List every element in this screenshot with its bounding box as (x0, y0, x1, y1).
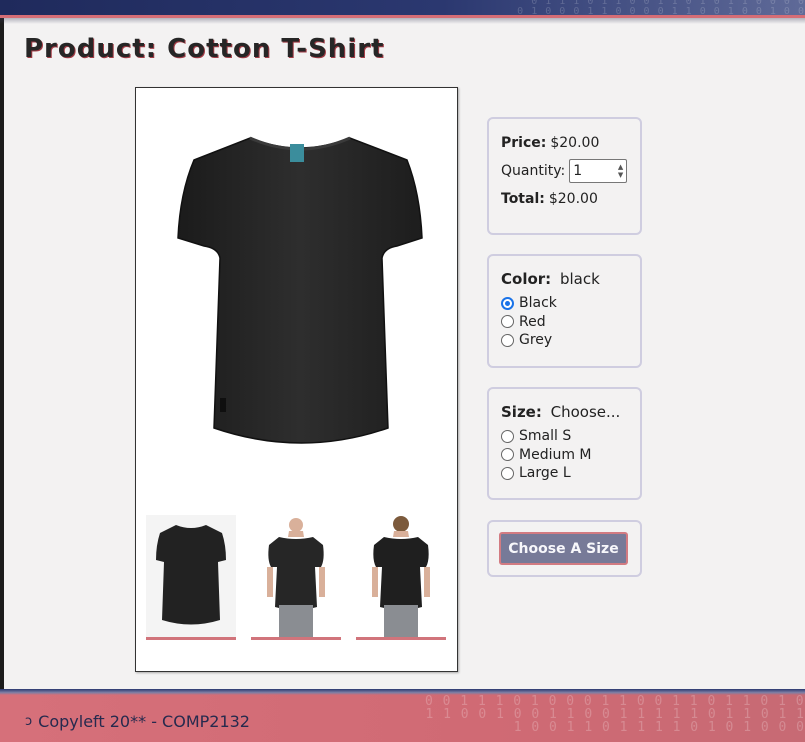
copyleft-text: ɔ Copyleft 20** - COMP2132 (25, 712, 250, 731)
thumbnail-model-back[interactable] (356, 515, 446, 640)
left-edge-divider (0, 0, 4, 742)
size-label: Size: (501, 403, 542, 421)
price-row: Price: $20.00 (501, 129, 628, 157)
color-option-red[interactable]: Red (501, 313, 628, 332)
spinner-arrows-icon[interactable]: ▲ ▼ (618, 163, 623, 179)
size-option-label: Large L (519, 465, 571, 482)
size-option-large[interactable]: Large L (501, 464, 628, 483)
color-option-grey[interactable]: Grey (501, 331, 628, 350)
page-footer: 0 0 1 1 1 0 1 0 0 0 1 1 0 0 1 1 0 1 1 0 … (0, 689, 805, 742)
total-label: Total: (501, 191, 545, 207)
radio-unchecked-icon[interactable] (501, 466, 514, 480)
radio-checked-icon[interactable] (501, 296, 514, 310)
footer-binary-pattern: 0 0 1 1 1 0 1 0 0 0 1 1 0 0 1 1 0 1 1 0 … (425, 694, 805, 735)
radio-unchecked-icon[interactable] (501, 315, 514, 329)
choose-size-button[interactable]: Choose A Size (499, 532, 628, 565)
size-selected-value: Choose... (550, 403, 621, 421)
radio-unchecked-icon[interactable] (501, 333, 514, 347)
color-option-black[interactable]: Black (501, 294, 628, 313)
color-selected-value: black (559, 270, 600, 288)
size-option-medium[interactable]: Medium M (501, 446, 628, 465)
color-panel: Color: black Black Red Grey (487, 254, 642, 368)
price-panel: Price: $20.00 Quantity: 1 ▲ ▼ Total: $20.… (487, 117, 642, 235)
header-shadow (0, 18, 805, 24)
quantity-label: Quantity: (501, 163, 566, 179)
color-heading: Color: black (501, 270, 628, 288)
total-row: Total: $20.00 (501, 185, 628, 213)
copyleft-icon: ɔ (25, 714, 33, 729)
radio-unchecked-icon[interactable] (501, 448, 514, 462)
size-option-label: Medium M (519, 446, 592, 463)
color-option-label: Black (519, 295, 557, 312)
price-value: $20.00 (550, 135, 600, 151)
quantity-value: 1 (573, 163, 583, 179)
total-value: $20.00 (548, 191, 598, 207)
black-tshirt-front-image (152, 98, 448, 493)
footer-text: Copyleft 20** - COMP2132 (38, 712, 250, 731)
color-option-label: Grey (519, 332, 553, 349)
color-label: Color: (501, 270, 552, 288)
size-option-label: Small S (519, 428, 572, 445)
page-title: Product: Cotton T-Shirt (24, 34, 385, 64)
color-option-label: Red (519, 313, 546, 330)
thumbnail-tshirt-front[interactable] (146, 515, 236, 640)
thumbnail-model-front[interactable] (251, 515, 341, 640)
page-header: 0 1 1 1 0 1 1 0 0 1 1 0 1 0 1 1 0 0 0 0 … (0, 0, 805, 18)
size-heading: Size: Choose... (501, 403, 628, 421)
action-panel: Choose A Size (487, 520, 642, 577)
size-option-small[interactable]: Small S (501, 427, 628, 446)
size-panel: Size: Choose... Small S Medium M Large L (487, 387, 642, 500)
product-gallery (135, 87, 458, 672)
quantity-row: Quantity: 1 ▲ ▼ (501, 157, 628, 185)
quantity-stepper[interactable]: 1 ▲ ▼ (569, 159, 628, 183)
radio-unchecked-icon[interactable] (501, 429, 514, 443)
price-label: Price: (501, 135, 547, 151)
